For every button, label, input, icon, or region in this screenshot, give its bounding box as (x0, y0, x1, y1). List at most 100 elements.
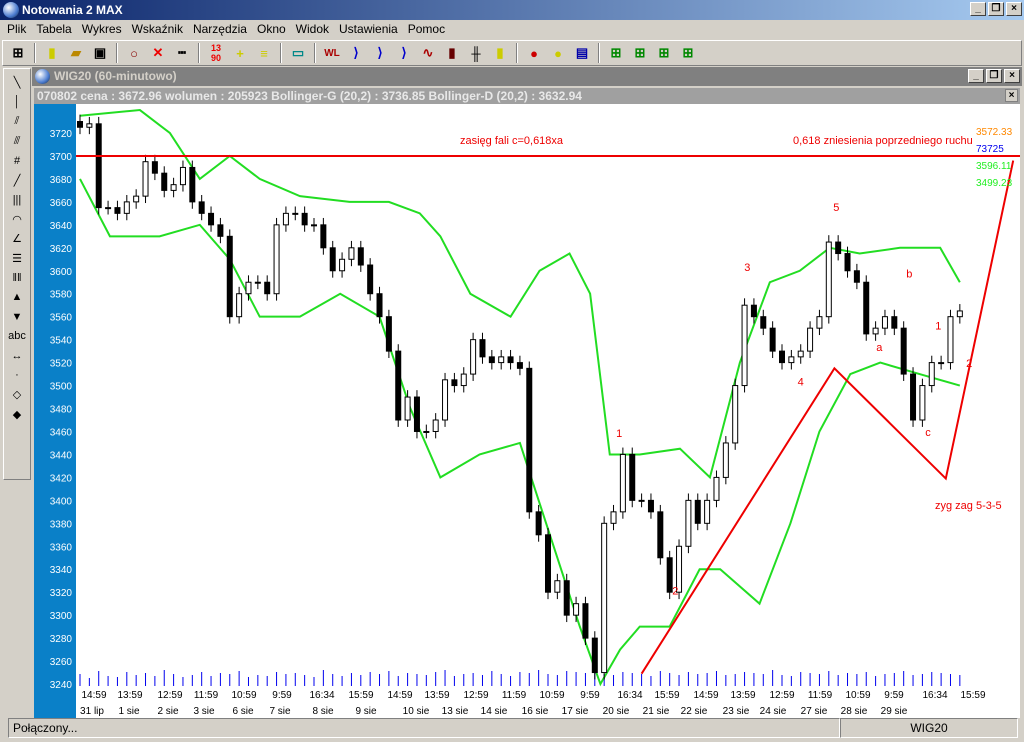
candle-body (217, 224, 224, 237)
wl-icon[interactable]: WL (321, 42, 343, 64)
candle-body (273, 224, 280, 295)
time-label: 16:34 (617, 690, 642, 701)
menu-okno[interactable]: Okno (252, 20, 291, 38)
chart-close-button[interactable]: × (1004, 69, 1020, 83)
wave-label: 5 (833, 202, 839, 214)
speed-lines-icon[interactable]: ∠ (6, 229, 28, 249)
candle-body (713, 476, 720, 501)
bar-chart-icon[interactable]: ▮ (441, 42, 463, 64)
y-tick-label: 3300 (50, 611, 73, 622)
candle-body (638, 499, 645, 502)
ohlc-icon[interactable]: ╫ (465, 42, 487, 64)
gann-icon[interactable]: # (6, 151, 28, 171)
wave-label: 3 (744, 262, 750, 274)
arrow-down-icon[interactable]: ▼ (6, 307, 28, 327)
text-tool-icon[interactable]: abc (6, 327, 28, 347)
menu-wykres[interactable]: Wykres (77, 20, 127, 38)
layout-2-icon[interactable]: ⊞ (629, 42, 651, 64)
crosshair-icon[interactable]: + (229, 42, 251, 64)
open-folder-icon[interactable]: ▰ (65, 42, 87, 64)
wave-icon-1[interactable]: ⟩ (345, 42, 367, 64)
layout-3-icon[interactable]: ⊞ (653, 42, 675, 64)
quote-info-bar: 070802 cena : 3672.96 wolumen : 205923 B… (34, 88, 1020, 104)
line-tool-icon[interactable]: ╲ (6, 73, 28, 93)
point-icon[interactable]: · (6, 366, 28, 386)
chart-restore-button[interactable]: ❐ (986, 69, 1002, 83)
numbers-icon[interactable]: 13 90 (205, 42, 227, 64)
candle-body (198, 201, 205, 214)
candle-body (254, 281, 261, 284)
candle-body (460, 373, 467, 387)
menu-widok[interactable]: Widok (291, 20, 334, 38)
date-label: 23 sie (723, 706, 750, 717)
price-chart[interactable]: 3720370036803660364036203600358035603540… (34, 104, 1020, 718)
candle-body (853, 270, 860, 283)
candle-body (526, 367, 533, 513)
date-label: 2 sie (157, 706, 179, 717)
layout-4-icon[interactable]: ⊞ (677, 42, 699, 64)
layout-1-icon[interactable]: ⊞ (605, 42, 627, 64)
candle-body (77, 121, 83, 128)
y-tick-label: 3480 (50, 405, 73, 416)
menu-tabela[interactable]: Tabela (31, 20, 76, 38)
restore-button[interactable]: ❐ (988, 2, 1004, 16)
lines-icon[interactable]: ≡ (253, 42, 275, 64)
ruler-icon[interactable]: ┅ (171, 42, 193, 64)
move-icon[interactable]: ↔ (6, 346, 28, 366)
save-icon[interactable]: ▣ (89, 42, 111, 64)
fan-icon[interactable]: ⫻ (6, 132, 28, 152)
add-marker-icon[interactable]: ● (547, 42, 569, 64)
menu-narzedzia[interactable]: Narzędzia (188, 20, 252, 38)
close-button[interactable]: × (1006, 2, 1022, 16)
channel-icon[interactable]: ⫽ (6, 112, 28, 132)
date-label: 3 sie (193, 706, 215, 717)
y-tick-label: 3280 (50, 634, 73, 645)
cycles-icon[interactable]: ||| (6, 190, 28, 210)
drawing-toolbar: ╲ │ ⫽ ⫻ # ╱ ||| ◠ ∠ ☰ ‖‖ ▲ ▼ abc ↔ · ◇ ◆ (3, 68, 31, 480)
candle-body (320, 224, 327, 249)
line-chart-icon[interactable]: ∿ (417, 42, 439, 64)
fibo-icon[interactable]: ☰ (6, 249, 28, 269)
y-tick-label: 3460 (50, 427, 73, 438)
trend-line-icon[interactable]: ╱ (6, 171, 28, 191)
info-close-button[interactable]: × (1005, 89, 1018, 102)
add-window-icon[interactable]: ▤ (571, 42, 593, 64)
menu-plik[interactable]: Plik (2, 20, 31, 38)
candle-body (179, 166, 186, 186)
menu-wskaznik[interactable]: Wskaźnik (127, 20, 188, 38)
arcs-icon[interactable]: ◠ (6, 210, 28, 230)
y-tick-label: 3580 (50, 290, 73, 301)
chart-minimize-button[interactable]: _ (968, 69, 984, 83)
y-tick-label: 3340 (50, 565, 73, 576)
candle-body (507, 356, 514, 364)
fibo-time-icon[interactable]: ‖‖ (6, 268, 28, 288)
candle-body (732, 385, 739, 444)
zoom-icon[interactable]: ○ (123, 42, 145, 64)
zoom-off-icon[interactable]: ✕ (147, 42, 169, 64)
minimize-button[interactable]: _ (970, 2, 986, 16)
candle-icon[interactable]: ▮ (489, 42, 511, 64)
date-label: 6 sie (232, 706, 254, 717)
grid-icon[interactable]: ⊞ (7, 42, 29, 64)
wave-icon-2[interactable]: ⟩ (369, 42, 391, 64)
new-file-icon[interactable]: ▮ (41, 42, 63, 64)
candle-body (264, 281, 271, 295)
menu-pomoc[interactable]: Pomoc (403, 20, 450, 38)
candle-body (629, 453, 636, 501)
traffic-light-icon[interactable]: ● (523, 42, 545, 64)
eraser-all-icon[interactable]: ◆ (6, 405, 28, 425)
candle-body (657, 511, 664, 559)
candle-body (844, 253, 851, 272)
vertical-line-icon[interactable]: │ (6, 93, 28, 113)
eraser-icon[interactable]: ◇ (6, 385, 28, 405)
wave-icon-3[interactable]: ⟩ (393, 42, 415, 64)
status-connection: Połączony... (8, 718, 840, 738)
date-label: 24 sie (760, 706, 787, 717)
menu-ustawienia[interactable]: Ustawienia (334, 20, 403, 38)
candle-body (245, 281, 252, 295)
candle-body (685, 499, 692, 547)
candle-body (516, 362, 523, 369)
arrow-up-icon[interactable]: ▲ (6, 288, 28, 308)
time-label: 14:59 (387, 690, 412, 701)
table-icon[interactable]: ▭ (287, 42, 309, 64)
